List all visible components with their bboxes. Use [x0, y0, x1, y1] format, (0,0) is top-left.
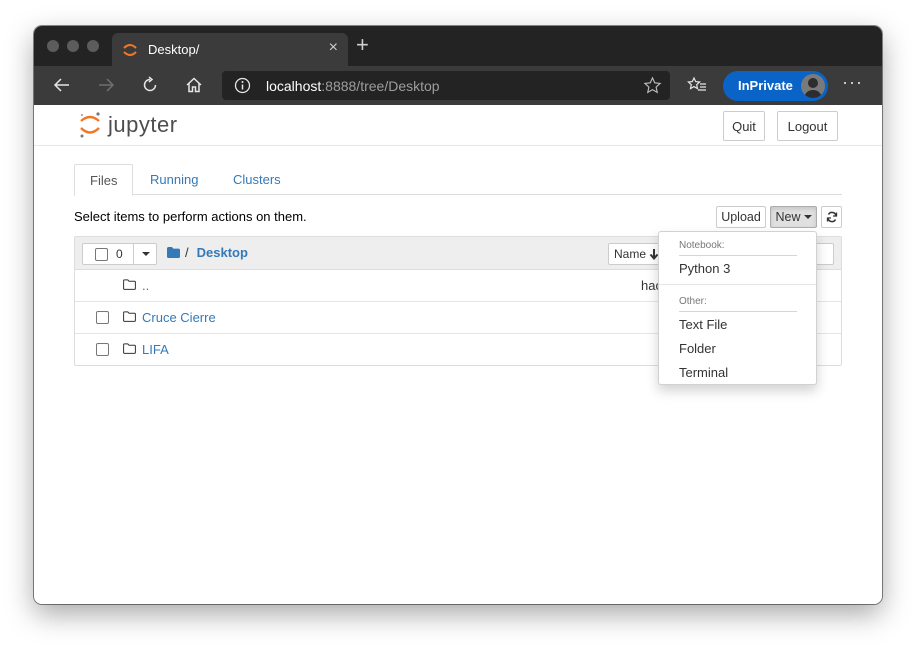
menu-divider	[659, 284, 816, 285]
jupyter-logo-icon	[80, 112, 100, 138]
list-item-link[interactable]: Cruce Cierre	[142, 310, 216, 325]
selected-count: 0	[116, 247, 123, 261]
caret-down-icon	[803, 215, 812, 219]
navigation-bar: localhost:8888/tree/Desktop InPrivate ··…	[34, 66, 882, 105]
refresh-list-icon	[826, 211, 837, 223]
inprivate-label: InPrivate	[738, 78, 793, 93]
breadcrumb-separator: /	[185, 245, 189, 260]
list-item-link[interactable]: LIFA	[142, 342, 169, 357]
select-menu-dropdown[interactable]	[133, 244, 157, 264]
logout-button[interactable]: Logout	[777, 111, 838, 141]
tab-running[interactable]: Running	[135, 164, 213, 195]
menu-item-terminal[interactable]: Terminal	[659, 360, 816, 384]
sort-name-button[interactable]: Name	[608, 243, 664, 265]
back-arrow-icon[interactable]	[50, 73, 74, 97]
new-dropdown-button[interactable]: New	[770, 206, 817, 228]
avatar	[801, 74, 825, 98]
new-label: New	[775, 210, 801, 224]
select-all-control[interactable]: 0	[82, 243, 157, 265]
breadcrumb: / Desktop	[167, 245, 248, 260]
url-path: :8888/tree/Desktop	[321, 78, 440, 94]
jupyter-header: jupyter Quit Logout	[34, 105, 882, 146]
select-all-checkbox[interactable]	[95, 248, 108, 261]
refresh-icon[interactable]	[138, 73, 162, 97]
menu-item-text-file[interactable]: Text File	[659, 312, 816, 336]
folder-icon	[123, 279, 136, 290]
new-dropdown-menu: Notebook: Python 3 Other: Text File Fold…	[658, 231, 817, 385]
notebook-tabs: Files Running Clusters	[74, 164, 842, 196]
quit-button[interactable]: Quit	[723, 111, 765, 141]
new-tab-button[interactable]: +	[356, 34, 369, 56]
selection-hint: Select items to perform actions on them.	[74, 209, 307, 224]
tab-title: Desktop/	[148, 42, 200, 57]
sort-name-label: Name	[614, 247, 647, 261]
list-item-link[interactable]: ..	[142, 278, 149, 293]
star-icon[interactable]	[643, 76, 662, 95]
tab-clusters[interactable]: Clusters	[218, 164, 296, 195]
inprivate-button[interactable]: InPrivate	[723, 71, 828, 101]
caret-down-icon	[141, 252, 150, 256]
jupyter-favicon-icon	[123, 44, 137, 56]
folder-home-icon[interactable]	[167, 247, 180, 258]
window-minimize-dot[interactable]	[67, 40, 79, 52]
folder-icon	[123, 343, 136, 354]
info-icon[interactable]	[234, 77, 251, 94]
menu-item-python3[interactable]: Python 3	[659, 256, 816, 280]
favorites-icon[interactable]	[685, 73, 709, 97]
url-host: localhost	[266, 78, 322, 94]
tab-files[interactable]: Files	[74, 164, 134, 196]
browser-tab[interactable]: Desktop/ ×	[112, 33, 348, 66]
home-icon[interactable]	[182, 73, 206, 97]
refresh-list-button[interactable]	[821, 206, 842, 228]
logo-text: jupyter	[108, 112, 178, 137]
row-checkbox[interactable]	[96, 311, 109, 324]
breadcrumb-desktop[interactable]: Desktop	[197, 245, 248, 260]
forward-arrow-icon[interactable]	[94, 73, 118, 97]
menu-header-other: Other:	[679, 296, 707, 307]
row-checkbox[interactable]	[96, 343, 109, 356]
browser-window: Desktop/ × + localhost:8888/tree/Desktop…	[34, 26, 882, 604]
tab-strip: Desktop/ × +	[34, 26, 882, 66]
upload-button[interactable]: Upload	[716, 206, 766, 228]
menu-header-notebook: Notebook:	[679, 240, 725, 251]
url-text: localhost:8888/tree/Desktop	[266, 78, 440, 94]
window-close-dot[interactable]	[47, 40, 59, 52]
jupyter-logo[interactable]: jupyter	[78, 110, 198, 140]
more-menu-button[interactable]: ···	[842, 72, 863, 93]
address-bar[interactable]: localhost:8888/tree/Desktop	[222, 71, 670, 100]
menu-item-folder[interactable]: Folder	[659, 336, 816, 360]
folder-icon	[123, 311, 136, 322]
tab-close-icon[interactable]: ×	[329, 39, 338, 57]
window-zoom-dot[interactable]	[87, 40, 99, 52]
